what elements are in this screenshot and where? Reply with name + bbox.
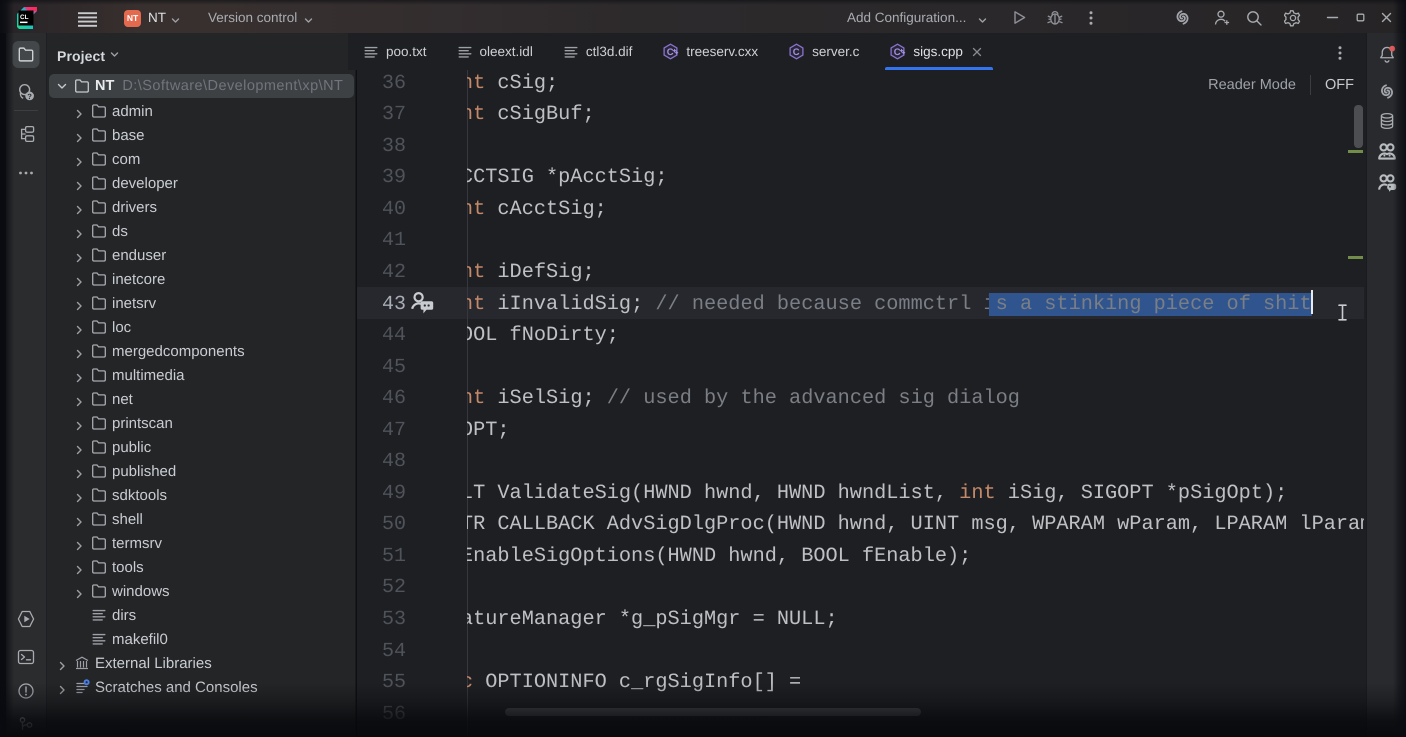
svg-text:C: C <box>667 47 674 58</box>
svg-text:C: C <box>894 47 901 58</box>
svg-text:C: C <box>793 47 800 58</box>
svg-text:CL: CL <box>20 14 29 21</box>
svg-text:?: ? <box>27 92 32 101</box>
